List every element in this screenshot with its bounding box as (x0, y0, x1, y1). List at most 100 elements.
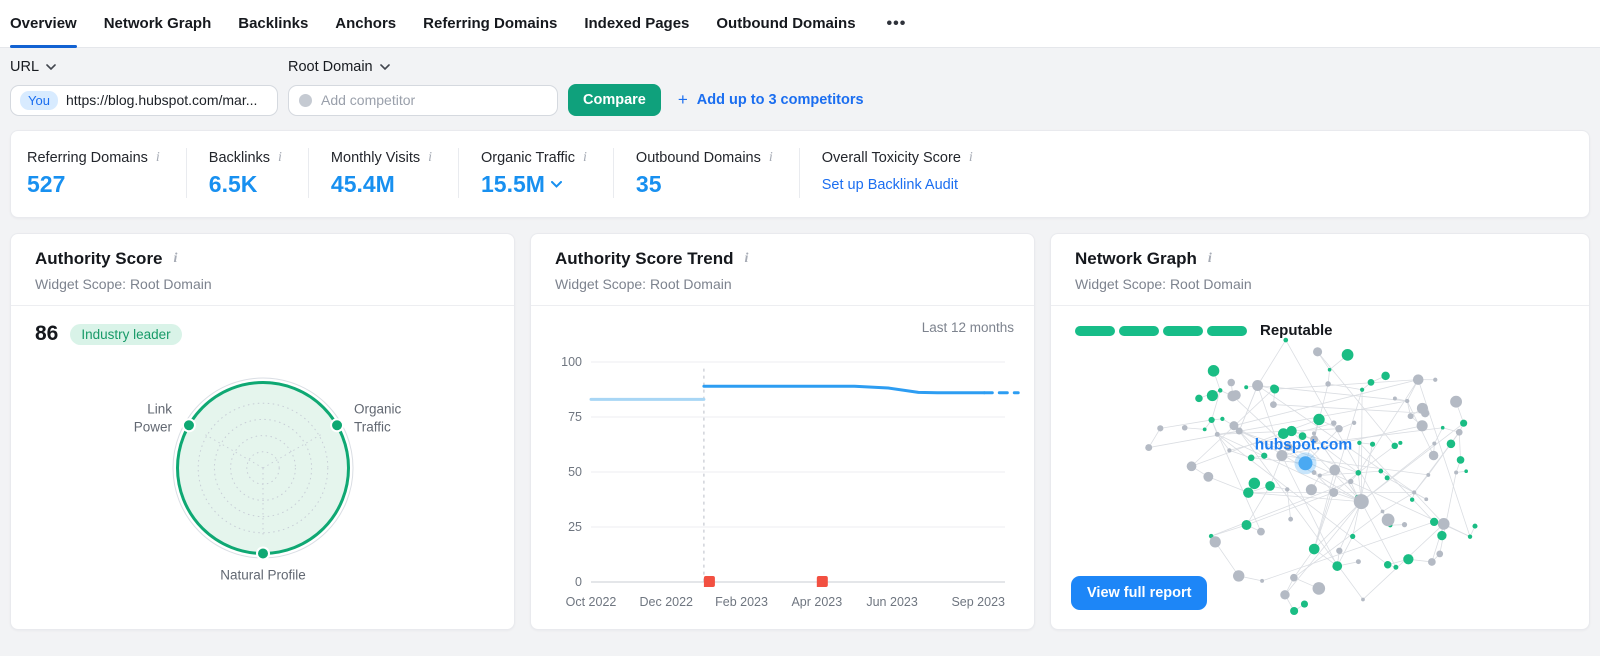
info-icon[interactable]: i (174, 252, 178, 266)
svg-text:Feb 2023: Feb 2023 (715, 595, 768, 609)
metric-value: 35 (636, 171, 773, 198)
tab-backlinks[interactable]: Backlinks (238, 0, 308, 48)
metric-label: Overall Toxicity Score (822, 150, 961, 166)
metric-label: Organic Traffic (481, 150, 575, 166)
info-icon[interactable]: i (745, 252, 749, 266)
svg-text:LinkPower: LinkPower (133, 401, 172, 434)
metric-value: 6.5K (209, 171, 282, 198)
backlink-analytics-overview-page: Overview Network Graph Backlinks Anchors Ref… (0, 0, 1600, 630)
authority-score-trend-card: Authority Score Trend i Widget Scope: Ro… (530, 233, 1035, 630)
widget-scope-label: Widget Scope: Root Domain (35, 276, 490, 292)
tab-network-graph[interactable]: Network Graph (104, 0, 212, 48)
info-icon[interactable]: i (428, 151, 432, 165)
network-graph-card-header: Network Graph i Widget Scope: Root Domai… (1051, 234, 1589, 306)
compare-button[interactable]: Compare (568, 84, 661, 116)
selector-row: URL Root Domain (10, 59, 1590, 75)
target-url-input[interactable]: You https://blog.hubspot.com/mar... (10, 85, 278, 116)
chevron-down-icon (380, 64, 390, 70)
scope-selector[interactable]: Root Domain (288, 59, 390, 75)
add-competitors-label: Add up to 3 competitors (697, 92, 864, 108)
view-full-report-button[interactable]: View full report (1071, 576, 1207, 610)
metric-label: Referring Domains (27, 150, 148, 166)
authority-score-trend-card-header: Authority Score Trend i Widget Scope: Ro… (531, 234, 1034, 306)
svg-text:Apr 2023: Apr 2023 (791, 595, 842, 609)
metric-value: 45.4M (331, 171, 432, 198)
date-range-label: Last 12 months (922, 320, 1014, 335)
authority-score-trend-chart: 0 25 50 75 100 Oct 2022 Dec 2022 Feb 2023 Apr 20… (543, 336, 1021, 618)
metric-outbound-domains: Outbound Domains i 35 (613, 148, 799, 198)
reputation-segment-icon (1207, 326, 1247, 336)
card-title-text: Authority Score (35, 249, 163, 269)
svg-text:Dec 2022: Dec 2022 (640, 595, 694, 609)
add-competitor-input[interactable]: Add competitor (288, 85, 558, 116)
target-url-value: https://blog.hubspot.com/mar... (66, 92, 257, 108)
metric-label: Outbound Domains (636, 150, 761, 166)
url-type-selector[interactable]: URL (10, 59, 288, 75)
authority-score-card-title: Authority Score i (35, 249, 490, 269)
inputs-row: You https://blog.hubspot.com/mar... Add … (10, 84, 1590, 116)
info-icon[interactable]: i (769, 151, 773, 165)
svg-text:25: 25 (568, 520, 582, 534)
svg-text:75: 75 (568, 410, 582, 424)
network-graph-card-title: Network Graph i (1075, 249, 1565, 269)
authority-score-card-body: 86 Industry leader LinkPower OrganicTraff… (11, 306, 514, 626)
metric-label: Backlinks (209, 150, 270, 166)
query-section: URL Root Domain You https://blog.hubspot… (0, 48, 1600, 130)
metric-monthly-visits: Monthly Visits i 45.4M (308, 148, 458, 198)
info-icon[interactable]: i (278, 151, 282, 165)
info-icon[interactable]: i (156, 151, 160, 165)
svg-text:0: 0 (575, 575, 582, 589)
info-icon[interactable]: i (1208, 252, 1212, 266)
you-badge: You (20, 91, 58, 110)
metric-value: 527 (27, 171, 160, 198)
reputation-segment-icon (1119, 326, 1159, 336)
tab-overview[interactable]: Overview (10, 0, 77, 48)
url-type-selector-label: URL (10, 59, 39, 75)
authority-score-radar-chart: LinkPower OrganicTraffic Natural Profile (83, 348, 443, 604)
widget-cards-row: Authority Score i Widget Scope: Root Dom… (10, 233, 1590, 630)
svg-text:100: 100 (561, 355, 582, 369)
svg-text:Oct 2022: Oct 2022 (566, 595, 617, 609)
reputation-segment-icon (1163, 326, 1203, 336)
reputation-segment-icon (1075, 326, 1115, 336)
info-icon[interactable]: i (969, 151, 973, 165)
network-graph-card: Network Graph i Widget Scope: Root Domai… (1050, 233, 1590, 630)
metric-label: Monthly Visits (331, 150, 420, 166)
chevron-down-icon (551, 181, 562, 188)
summary-metrics-card: Referring Domains i 527 Backlinks i 6.5K Month… (10, 130, 1590, 218)
root-domain-label: hubspot.com (1255, 436, 1352, 453)
svg-text:Jun 2023: Jun 2023 (866, 595, 917, 609)
add-competitors-link[interactable]: + Add up to 3 competitors (678, 90, 864, 110)
authority-score-trend-card-body: Last 12 months 0 25 50 75 100 Oct 2022 Dec 202… (531, 306, 1034, 626)
more-tabs-button[interactable]: ••• (883, 15, 911, 33)
svg-text:Natural Profile: Natural Profile (220, 568, 306, 583)
industry-leader-badge: Industry leader (70, 324, 181, 345)
tab-anchors[interactable]: Anchors (335, 0, 396, 48)
svg-text:50: 50 (568, 465, 582, 479)
authority-score-value: 86 (35, 322, 58, 346)
chevron-down-icon (46, 64, 56, 70)
authority-score-trend-card-title: Authority Score Trend i (555, 249, 1010, 269)
metric-value[interactable]: 15.5M (481, 171, 587, 198)
tab-indexed-pages[interactable]: Indexed Pages (584, 0, 689, 48)
reputation-legend-label: Reputable (1260, 322, 1333, 339)
tab-referring-domains[interactable]: Referring Domains (423, 0, 557, 48)
svg-text:OrganicTraffic: OrganicTraffic (354, 401, 402, 434)
tab-outbound-domains[interactable]: Outbound Domains (716, 0, 855, 48)
widget-scope-label: Widget Scope: Root Domain (1075, 276, 1565, 292)
authority-score-row: 86 Industry leader (35, 322, 490, 346)
svg-text:Sep 2023: Sep 2023 (951, 595, 1005, 609)
metric-organic-traffic: Organic Traffic i 15.5M (458, 148, 613, 198)
network-graph-card-body: Reputable hubspot.com View full report (1051, 306, 1589, 626)
report-tabs-nav: Overview Network Graph Backlinks Anchors Ref… (0, 0, 1600, 48)
authority-score-card: Authority Score i Widget Scope: Root Dom… (10, 233, 515, 630)
info-icon[interactable]: i (583, 151, 587, 165)
setup-backlink-audit-link[interactable]: Set up Backlink Audit (822, 177, 973, 193)
authority-score-card-header: Authority Score i Widget Scope: Root Dom… (11, 234, 514, 306)
metric-overall-toxicity-score: Overall Toxicity Score i Set up Backlink A… (799, 148, 999, 198)
card-title-text: Network Graph (1075, 249, 1197, 269)
metric-backlinks: Backlinks i 6.5K (186, 148, 308, 198)
metric-referring-domains: Referring Domains i 527 (11, 148, 186, 198)
competitor-color-dot-icon (299, 94, 312, 107)
add-competitor-placeholder: Add competitor (321, 92, 415, 108)
